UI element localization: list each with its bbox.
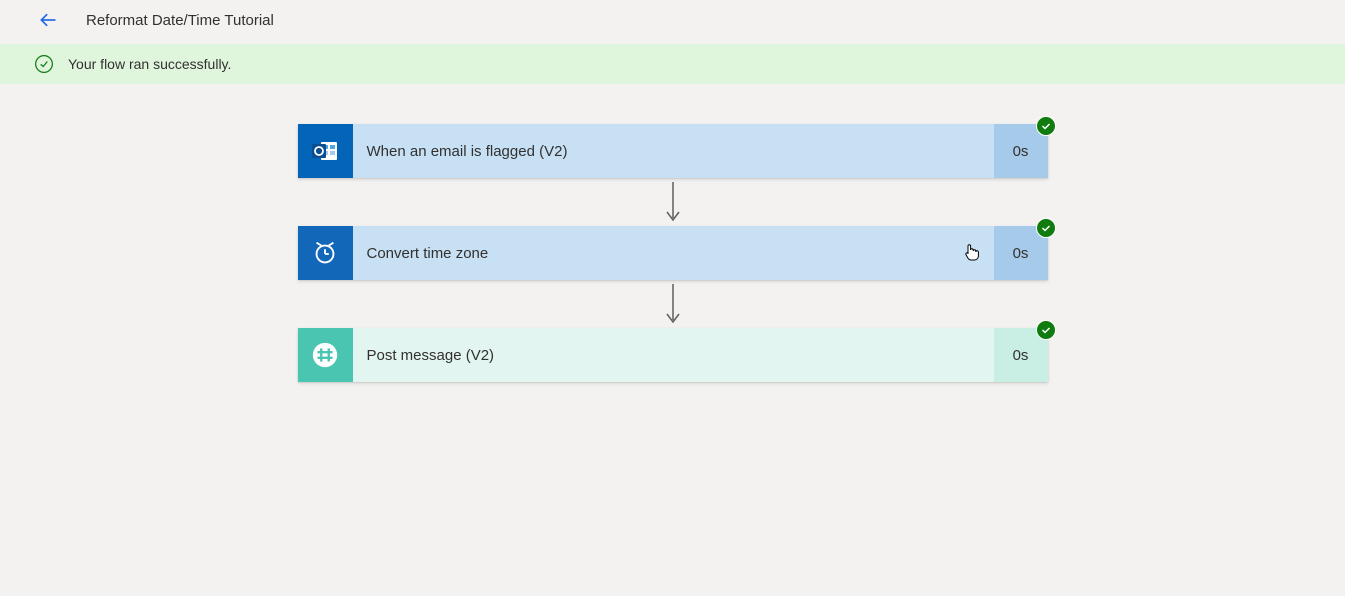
success-check-icon <box>34 54 54 74</box>
flow-step-trigger[interactable]: When an email is flagged (V2) 0s <box>298 124 1048 178</box>
outlook-icon <box>298 124 353 178</box>
arrow-down-icon <box>663 178 683 226</box>
flow-step-action[interactable]: Convert time zone 0s <box>298 226 1048 280</box>
step-title: Post message (V2) <box>353 328 994 382</box>
status-success-icon <box>1036 320 1056 340</box>
header-bar: Reformat Date/Time Tutorial <box>0 0 1345 44</box>
status-success-icon <box>1036 218 1056 238</box>
banner-message: Your flow ran successfully. <box>68 56 231 72</box>
page-title: Reformat Date/Time Tutorial <box>86 12 274 29</box>
clock-icon <box>298 226 353 280</box>
arrow-down-icon <box>663 280 683 328</box>
success-banner: Your flow ran successfully. <box>0 44 1345 84</box>
flow-canvas: When an email is flagged (V2) 0s Convert… <box>0 84 1345 382</box>
flow-step-action[interactable]: Post message (V2) 0s <box>298 328 1048 382</box>
step-title: Convert time zone <box>353 226 994 280</box>
hash-icon <box>298 328 353 382</box>
status-success-icon <box>1036 116 1056 136</box>
step-title: When an email is flagged (V2) <box>353 124 994 178</box>
back-arrow-icon[interactable] <box>38 10 58 30</box>
